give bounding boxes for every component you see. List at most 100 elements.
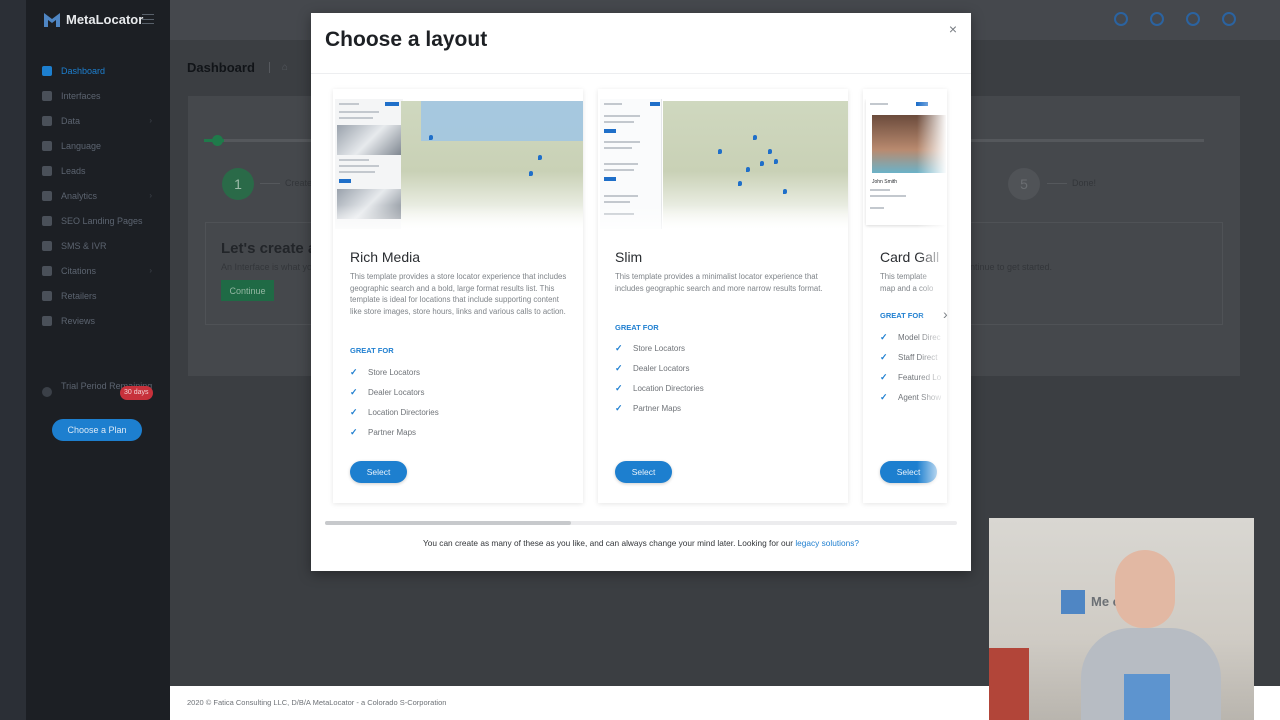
check-icon: ✓ (615, 343, 623, 353)
check-icon: ✓ (880, 392, 888, 402)
intro-title: Let's create a (221, 240, 317, 257)
scrollbar-thumb[interactable] (325, 521, 571, 525)
check-icon: ✓ (880, 372, 888, 382)
slim-preview (598, 99, 848, 239)
map-pin-icon (774, 159, 778, 164)
map-pin-icon (538, 155, 542, 160)
step-1-label: Create (285, 178, 313, 188)
sidebar-item-label: SMS & IVR (61, 240, 107, 251)
map-pin-icon (768, 149, 772, 154)
feature-item: ✓ Partner Maps (615, 403, 682, 413)
check-icon: ✓ (880, 352, 888, 362)
feature-item: ✓ Location Directories (615, 383, 704, 393)
card-description: This template provides a minimalist loca… (615, 272, 823, 293)
footer-text: 2020 © Fatica Consulting LLC, D/B/A Meta… (187, 698, 447, 707)
choose-layout-modal: Choose a layout × Rich Media This templa… (311, 13, 971, 571)
app-logo[interactable]: MetaLocator (43, 10, 143, 28)
map-pin-icon (738, 181, 742, 186)
preview-water (421, 101, 583, 141)
chevron-right-icon: › (149, 266, 152, 275)
sidebar-item-retailers[interactable]: Retailers (26, 283, 170, 308)
chart-icon (42, 190, 52, 201)
search-icon (42, 215, 52, 226)
modal-title: Choose a layout (325, 28, 488, 51)
check-icon: ✓ (880, 332, 888, 342)
map-pin-icon (753, 135, 757, 140)
sidebar-item-citations[interactable]: Citations › (26, 258, 170, 283)
support-icon[interactable] (1186, 12, 1200, 26)
check-icon: ✓ (350, 407, 358, 417)
star-icon (42, 315, 52, 326)
layout-card-rich-media[interactable]: Rich Media This template provides a stor… (333, 89, 583, 503)
rich-media-preview (333, 99, 583, 239)
progress-knob (212, 135, 223, 146)
globe-icon[interactable] (1222, 12, 1236, 26)
map-pin-icon (760, 161, 764, 166)
sidebar-item-leads[interactable]: Leads (26, 158, 170, 183)
sidebar-collapse-icon[interactable] (142, 14, 154, 24)
step-1: 1 (222, 168, 254, 200)
sidebar-item-analytics[interactable]: Analytics › (26, 183, 170, 208)
modal-footer-text: You can create as many of these as you l… (422, 538, 859, 548)
feature-item: ✓ Partner Maps (350, 427, 417, 437)
horizontal-scrollbar[interactable] (325, 521, 957, 525)
legacy-solutions-link[interactable]: legacy solutions? (795, 538, 859, 548)
store-icon (42, 290, 52, 301)
sidebar-item-seo-landing-pages[interactable]: SEO Landing Pages (26, 208, 170, 233)
check-icon: ✓ (615, 363, 623, 373)
sidebar-item-interfaces[interactable]: Interfaces (26, 83, 170, 108)
trial-badge: 30 days (120, 386, 153, 400)
chevron-right-icon[interactable]: › (943, 306, 948, 322)
check-icon: ✓ (350, 427, 358, 437)
phone-icon (42, 240, 52, 251)
map-pin-icon (718, 149, 722, 154)
sidebar-item-data[interactable]: Data › (26, 108, 170, 133)
card-title: Rich Media (350, 249, 421, 265)
sidebar-item-reviews[interactable]: Reviews (26, 308, 170, 333)
sidebar-item-label: Reviews (61, 315, 96, 326)
map-pin-icon (429, 135, 433, 140)
feature-item: ✓ Dealer Locators (615, 363, 690, 373)
great-for-label: GREAT FOR (615, 323, 659, 332)
sidebar-item-label: Citations (61, 265, 97, 276)
layout-card-card-gallery[interactable]: John Smith Card Gall This template map a… (863, 89, 947, 503)
sidebar-item-dashboard[interactable]: Dashboard (26, 58, 170, 83)
intro-text: An Interface is what yo (221, 262, 313, 272)
presenter-head (1115, 550, 1175, 628)
card-description: This template provides a store locator e… (350, 272, 567, 317)
database-icon (42, 115, 52, 126)
sidebar-item-label: Leads (61, 165, 86, 176)
card-title: Slim (615, 249, 643, 265)
continue-button[interactable]: Continue (221, 280, 274, 301)
sidebar-item-sms-ivr[interactable]: SMS & IVR (26, 233, 170, 258)
map-pin-icon (783, 189, 787, 194)
breadcrumb-home-icon[interactable]: ⌂ (268, 62, 288, 73)
sidebar-item-label: Interfaces (61, 90, 101, 101)
check-icon: ✓ (615, 403, 623, 413)
choose-plan-button[interactable]: Choose a Plan (52, 419, 142, 441)
wrench-icon[interactable] (1114, 12, 1128, 26)
profile-name: John Smith (872, 179, 898, 185)
sidebar-item-label: Dashboard (61, 65, 106, 76)
settings-icon (42, 265, 52, 276)
layout-card-slim[interactable]: Slim This template provides a minimalist… (598, 89, 848, 503)
step-connector (260, 183, 280, 184)
metalocator-logo-icon (44, 13, 60, 27)
select-button[interactable]: Select (350, 461, 407, 483)
great-for-label: GREAT FOR (350, 346, 394, 355)
feature-item: ✓ Location Directories (350, 407, 439, 417)
sidebar-item-label: Retailers (61, 290, 97, 301)
feature-item: ✓ Dealer Locators (350, 387, 425, 397)
sidebar-item-language[interactable]: Language (26, 133, 170, 158)
select-button[interactable]: Select (615, 461, 672, 483)
check-icon: ✓ (350, 367, 358, 377)
step-5: 5 (1008, 168, 1040, 200)
close-icon[interactable]: × (949, 21, 957, 37)
bell-icon[interactable] (1150, 12, 1164, 26)
chevron-right-icon: › (149, 191, 152, 200)
monitor-icon (42, 90, 52, 101)
shirt-logo-icon (1124, 674, 1170, 720)
wall-logo-icon (1061, 590, 1085, 614)
trial-period: Trial Period Remaining 30 days (42, 380, 162, 400)
check-icon: ✓ (350, 387, 358, 397)
